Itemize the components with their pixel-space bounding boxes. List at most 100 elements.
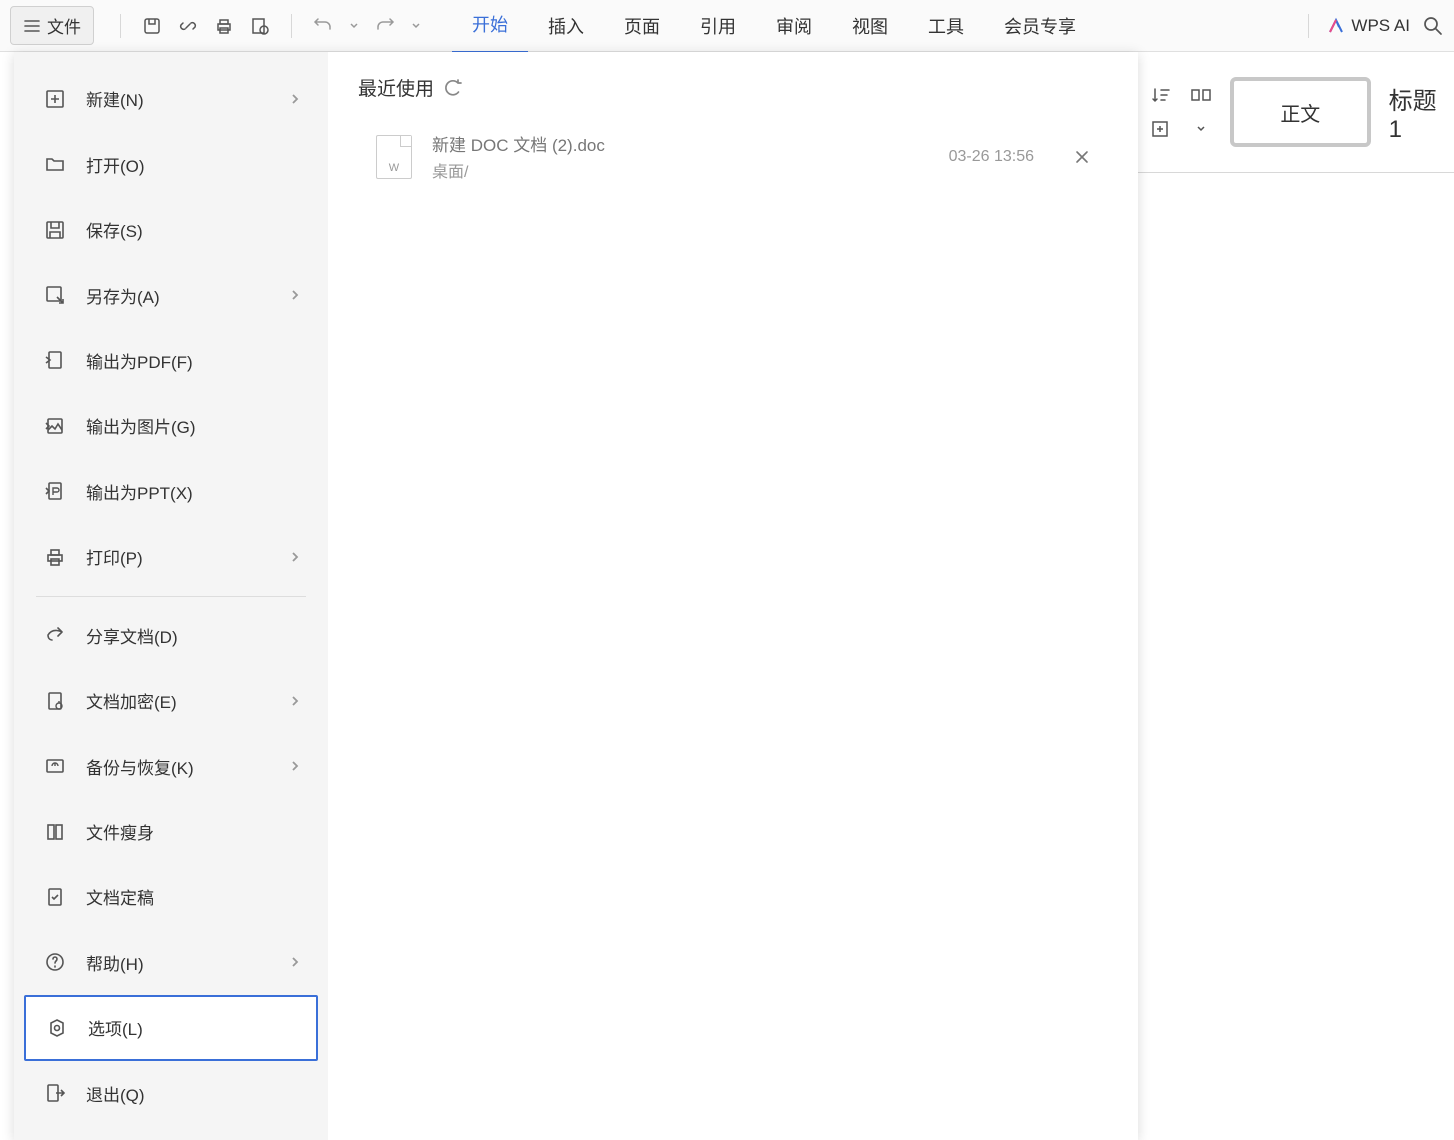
file-menu-sidebar: 新建(N) 打开(O) 保存(S) 另存为(A) [14, 52, 328, 1140]
menu-item-exit[interactable]: 退出(Q) [24, 1061, 318, 1126]
chevron-down-icon[interactable] [1190, 118, 1212, 140]
menu-label: 新建(N) [86, 86, 290, 111]
recent-header-label: 最近使用 [358, 74, 434, 101]
print-icon [42, 544, 68, 570]
menu-item-save[interactable]: 保存(S) [24, 197, 318, 262]
menu-item-export-pdf[interactable]: 输出为PDF(F) [24, 328, 318, 393]
menu-label: 打印(P) [86, 544, 290, 569]
separator [291, 14, 292, 38]
tab-view[interactable]: 视图 [832, 0, 908, 53]
menu-label: 选项(L) [88, 1015, 298, 1040]
link-icon[interactable] [177, 15, 199, 37]
file-menu-button[interactable]: 文件 [10, 6, 94, 45]
file-ext-badge: W [389, 162, 399, 174]
recent-file-time: 03-26 13:56 [949, 148, 1034, 166]
recent-file-info: 新建 DOC 文档 (2).doc 桌面/ [432, 131, 949, 182]
help-icon [42, 949, 68, 975]
menu-label: 帮助(H) [86, 950, 290, 975]
print-icon[interactable] [213, 15, 235, 37]
separator [1308, 14, 1309, 38]
ribbon-small-icons-2 [1190, 84, 1212, 140]
ribbon-extra: 正文 标题 1 [1138, 62, 1454, 162]
chevron-right-icon [290, 694, 300, 708]
menu-label: 打开(O) [86, 152, 300, 177]
menu-item-export-ppt[interactable]: 输出为PPT(X) [24, 459, 318, 524]
menu-item-options[interactable]: 选项(L) [24, 995, 318, 1061]
chevron-right-icon [290, 288, 300, 302]
chevron-right-icon [290, 955, 300, 969]
save-as-icon [42, 282, 68, 308]
style-body-button[interactable]: 正文 [1230, 77, 1371, 147]
recent-file-item[interactable]: W 新建 DOC 文档 (2).doc 桌面/ 03-26 13:56 [358, 121, 1108, 192]
tab-reference[interactable]: 引用 [680, 0, 756, 53]
menu-item-backup[interactable]: 备份与恢复(K) [24, 733, 318, 798]
doc-file-icon: W [376, 135, 412, 179]
finalize-icon [42, 884, 68, 910]
chevron-right-icon [290, 92, 300, 106]
file-menu-label: 文件 [47, 13, 81, 38]
export-ppt-icon [42, 478, 68, 504]
options-icon [44, 1015, 70, 1041]
recent-header: 最近使用 [358, 74, 1108, 101]
text-wrap-icon[interactable] [1190, 84, 1212, 106]
menu-divider [36, 596, 306, 597]
new-file-icon [42, 86, 68, 112]
menu-label: 输出为PDF(F) [86, 348, 300, 373]
chevron-down-icon[interactable] [410, 15, 422, 37]
share-icon [42, 622, 68, 648]
tab-review[interactable]: 审阅 [756, 0, 832, 53]
menu-item-finalize[interactable]: 文档定稿 [24, 864, 318, 929]
menu-label: 文件瘦身 [86, 819, 300, 844]
backup-icon [42, 753, 68, 779]
menu-item-open[interactable]: 打开(O) [24, 131, 318, 196]
menu-item-help[interactable]: 帮助(H) [24, 930, 318, 995]
tab-insert[interactable]: 插入 [528, 0, 604, 53]
hamburger-icon [23, 17, 41, 35]
menu-label: 退出(Q) [86, 1081, 300, 1106]
exit-icon [42, 1080, 68, 1106]
refresh-icon[interactable] [444, 79, 462, 97]
recent-file-name: 新建 DOC 文档 (2).doc [432, 131, 949, 156]
insert-object-icon[interactable] [1150, 118, 1172, 140]
menu-item-share[interactable]: 分享文档(D) [24, 602, 318, 667]
chevron-down-icon[interactable] [348, 15, 360, 37]
undo-icon[interactable] [312, 15, 334, 37]
tab-tools[interactable]: 工具 [908, 0, 984, 53]
menu-label: 文档定稿 [86, 884, 300, 909]
search-icon[interactable] [1422, 15, 1444, 37]
menu-label: 输出为图片(G) [86, 413, 300, 438]
save-icon[interactable] [141, 15, 163, 37]
main-tabs: 开始 插入 页面 引用 审阅 视图 工具 会员专享 [452, 0, 1096, 54]
wps-ai-label-text: WPS AI [1351, 16, 1410, 36]
redo-icon[interactable] [374, 15, 396, 37]
export-image-icon [42, 413, 68, 439]
tab-page[interactable]: 页面 [604, 0, 680, 53]
menu-item-encrypt[interactable]: 文档加密(E) [24, 668, 318, 733]
recent-files-panel: 最近使用 W 新建 DOC 文档 (2).doc 桌面/ 03-26 13:56 [328, 52, 1138, 1140]
menu-item-slim[interactable]: 文件瘦身 [24, 799, 318, 864]
chevron-right-icon [290, 759, 300, 773]
ribbon-divider [1138, 172, 1454, 173]
file-slim-icon [42, 819, 68, 845]
print-preview-icon[interactable] [249, 15, 271, 37]
menu-item-new[interactable]: 新建(N) [24, 66, 318, 131]
menu-label: 分享文档(D) [86, 623, 300, 648]
menu-label: 另存为(A) [86, 283, 290, 308]
sort-icon[interactable] [1150, 84, 1172, 106]
open-folder-icon [42, 151, 68, 177]
export-pdf-icon [42, 347, 68, 373]
menu-label: 输出为PPT(X) [86, 479, 300, 504]
menu-item-print[interactable]: 打印(P) [24, 524, 318, 589]
tab-member[interactable]: 会员专享 [984, 0, 1096, 53]
style-heading1-button[interactable]: 标题 1 [1389, 81, 1454, 144]
file-dropdown-panel: 新建(N) 打开(O) 保存(S) 另存为(A) [14, 52, 1138, 1140]
ribbon-small-icons [1150, 84, 1172, 140]
menu-item-saveas[interactable]: 另存为(A) [24, 262, 318, 327]
tab-start[interactable]: 开始 [452, 0, 528, 54]
close-icon[interactable] [1074, 149, 1090, 165]
toolbar-right: WPS AI [1302, 14, 1444, 38]
menu-item-export-image[interactable]: 输出为图片(G) [24, 393, 318, 458]
wps-ai-button[interactable]: WPS AI [1327, 16, 1410, 36]
quick-access-toolbar [114, 14, 422, 38]
menu-label: 文档加密(E) [86, 688, 290, 713]
